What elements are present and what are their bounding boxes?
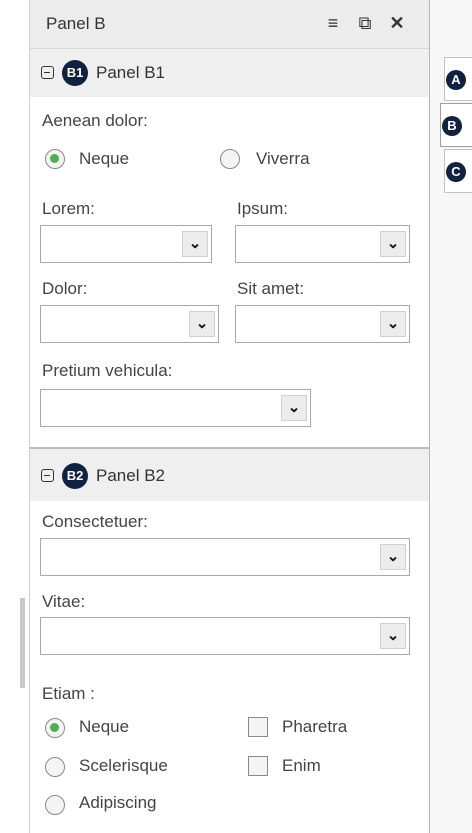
panel-titlebar: Panel B ≡ ⧉ ✕ [30,0,429,49]
menu-icon[interactable]: ≡ [322,12,344,34]
field-label-sit-amet: Sit amet: [237,279,305,298]
tab-badge-c: C [446,162,466,182]
collapse-icon[interactable] [41,469,54,482]
popout-icon[interactable]: ⧉ [354,12,376,34]
side-tab-a[interactable]: A [444,57,472,101]
field-label-vitae: Vitae: [42,592,86,611]
section-b2-header[interactable]: B2 Panel B2 [30,449,429,501]
chevron-down-icon[interactable]: ⌄ [380,311,406,337]
radio-label-neque: Neque [79,149,130,168]
checkbox-pharetra[interactable] [248,717,268,737]
radio-label-scelerisque: Scelerisque [79,756,168,775]
field-label-ipsum: Ipsum: [237,199,289,218]
chevron-down-icon[interactable]: ⌄ [380,623,406,649]
checkbox-label-pharetra: Pharetra [282,717,348,736]
tab-badge-b: B [442,116,462,136]
field-label-lorem: Lorem: [42,199,95,218]
checkbox-label-enim: Enim [282,756,321,775]
radio-scelerisque[interactable] [45,757,65,777]
field-label-dolor: Dolor: [42,279,88,298]
radio-viverra[interactable] [220,149,240,169]
radio-neque-b2[interactable] [45,718,65,738]
section-badge-b1: B1 [62,60,88,86]
vitae-select[interactable]: ⌄ [40,617,410,655]
side-tab-c[interactable]: C [444,149,472,193]
side-tab-b[interactable]: B [440,103,472,147]
panel-title: Panel B [46,14,106,33]
consectetuer-select[interactable]: ⌄ [40,538,410,576]
section-title-b2: Panel B2 [96,466,165,485]
chevron-down-icon[interactable]: ⌄ [380,544,406,570]
chevron-down-icon[interactable]: ⌄ [281,395,307,421]
close-icon[interactable]: ✕ [386,12,408,34]
chevron-down-icon[interactable]: ⌄ [189,311,215,337]
pretium-select[interactable]: ⌄ [40,389,311,427]
dolor-select[interactable]: ⌄ [40,305,219,343]
left-strip [0,0,29,833]
ipsum-select[interactable]: ⌄ [235,225,410,263]
panel-b: Panel B ≡ ⧉ ✕ B1 Panel B1 Aenean dolor: … [29,0,430,833]
field-label-consectetuer: Consectetuer: [42,512,148,531]
chevron-down-icon[interactable]: ⌄ [182,231,208,257]
radio-adipiscing[interactable] [45,795,65,815]
section-b1-header[interactable]: B1 Panel B1 [30,49,429,97]
tab-badge-a: A [446,70,466,90]
radio-group-label: Aenean dolor: [42,111,148,130]
lorem-select[interactable]: ⌄ [40,225,212,263]
chevron-down-icon[interactable]: ⌄ [380,231,406,257]
etiam-label: Etiam : [42,684,95,703]
sit-amet-select[interactable]: ⌄ [235,305,410,343]
checkbox-enim[interactable] [248,756,268,776]
section-title-b1: Panel B1 [96,63,165,82]
section-badge-b2: B2 [62,463,88,489]
radio-label-adipiscing: Adipiscing [79,793,157,812]
radio-neque[interactable] [45,149,65,169]
side-tab-strip: A B C [430,0,472,833]
radio-label-viverra: Viverra [256,149,310,168]
resize-grip[interactable] [20,598,25,688]
radio-label-neque-b2: Neque [79,717,130,736]
collapse-icon[interactable] [41,66,54,79]
field-label-pretium: Pretium vehicula: [42,361,173,380]
